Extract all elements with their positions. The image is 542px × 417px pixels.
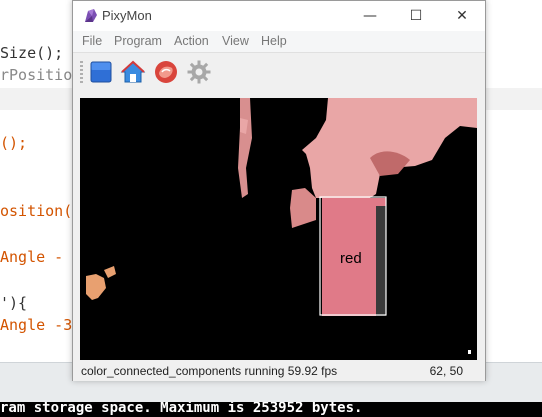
maximize-button[interactable]: ☐ bbox=[393, 1, 439, 31]
skin-blob bbox=[104, 266, 116, 278]
console-output: ram storage space. Maximum is 253952 byt… bbox=[0, 402, 542, 417]
status-program-text: color_connected_components running 59.92… bbox=[81, 364, 338, 378]
menu-program[interactable]: Program bbox=[114, 34, 162, 48]
pixymon-window: PixyMon — ☐ ✕ File Program Action View H… bbox=[72, 0, 486, 381]
console-text: ram storage space. Maximum is 253952 byt… bbox=[0, 402, 363, 416]
window-title: PixyMon bbox=[102, 8, 152, 23]
code-line: (); bbox=[0, 134, 28, 152]
code-line: '){ bbox=[0, 294, 28, 312]
code-line: osition( bbox=[0, 202, 73, 220]
raw-video-icon[interactable] bbox=[153, 59, 179, 85]
skin-blob bbox=[86, 274, 106, 300]
menu-bar: File Program Action View Help bbox=[73, 31, 485, 53]
menu-file[interactable]: File bbox=[82, 34, 102, 48]
hand-shape bbox=[290, 188, 316, 228]
menu-action[interactable]: Action bbox=[174, 34, 209, 48]
stop-square-icon[interactable] bbox=[88, 59, 114, 85]
code-line: Angle - bbox=[0, 248, 73, 266]
gear-icon[interactable] bbox=[186, 59, 212, 85]
block-label: red bbox=[340, 250, 362, 267]
code-line: rPositio bbox=[0, 66, 73, 84]
minimize-button[interactable]: — bbox=[347, 1, 393, 31]
menu-help[interactable]: Help bbox=[261, 34, 287, 48]
title-bar[interactable]: PixyMon — ☐ ✕ bbox=[73, 1, 485, 31]
toolbar-grip-handle[interactable] bbox=[80, 61, 83, 83]
close-button[interactable]: ✕ bbox=[439, 1, 485, 31]
code-line: Size(); bbox=[0, 44, 64, 62]
code-line: Angle -3 bbox=[0, 316, 73, 334]
toolbar bbox=[73, 53, 485, 89]
video-frame: red bbox=[86, 98, 477, 354]
camera-video-view[interactable]: red bbox=[80, 98, 477, 360]
hand-shape bbox=[302, 98, 477, 198]
status-coordinates: 62, 50 bbox=[429, 364, 463, 378]
hand-shape bbox=[238, 98, 252, 198]
menu-view[interactable]: View bbox=[222, 34, 249, 48]
noise-pixel bbox=[468, 350, 471, 354]
detected-block-shadow bbox=[376, 206, 386, 316]
pixymon-app-icon bbox=[85, 9, 97, 22]
home-icon[interactable] bbox=[120, 59, 146, 85]
status-bar: color_connected_components running 59.92… bbox=[73, 361, 485, 381]
